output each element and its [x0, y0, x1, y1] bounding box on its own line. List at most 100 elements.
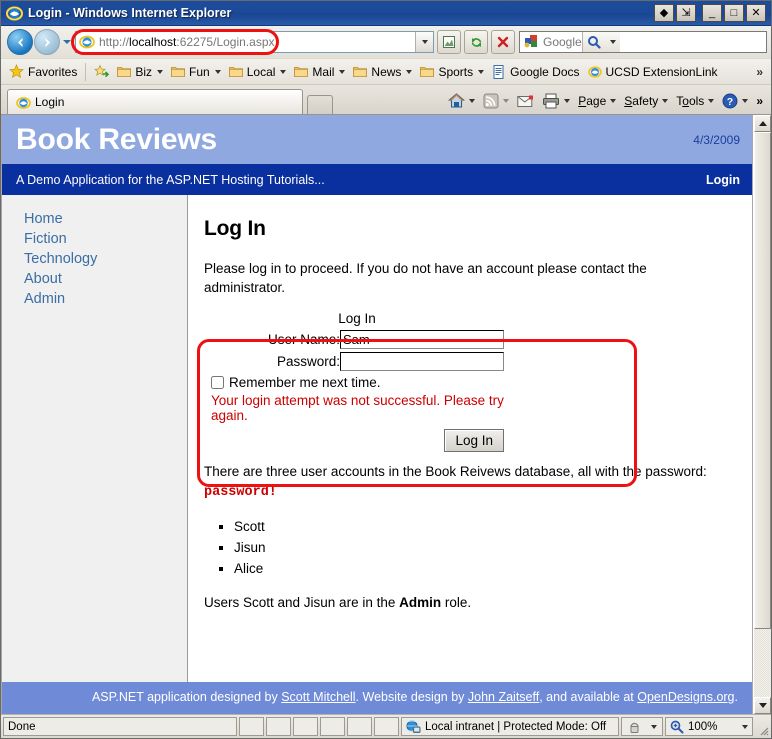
- add-to-favorites-bar-button[interactable]: [90, 61, 113, 83]
- favorites-item-google-docs[interactable]: Google Docs: [488, 61, 583, 83]
- arrow-up-icon: [758, 121, 767, 126]
- footer-part1: ASP.NET application designed by: [91, 690, 282, 704]
- favorites-item-mail[interactable]: Mail: [290, 61, 349, 83]
- google-icon: [523, 34, 539, 50]
- restore-window-button[interactable]: ⇲: [676, 4, 696, 22]
- favorites-item-label: Local: [246, 64, 276, 79]
- favorites-item-news[interactable]: News: [349, 61, 416, 83]
- footer-link-opendesigns[interactable]: OpenDesigns.org: [637, 690, 734, 704]
- login-submit-button[interactable]: Log In: [444, 429, 504, 452]
- header-login-link[interactable]: Login: [706, 173, 740, 187]
- sidebar-item-admin[interactable]: Admin: [24, 289, 187, 309]
- compatibility-view-button[interactable]: [437, 30, 461, 54]
- svg-text:?: ?: [727, 96, 733, 108]
- sidebar-item-technology[interactable]: Technology: [24, 249, 187, 269]
- safety-menu-button[interactable]: Safety: [620, 90, 672, 112]
- new-tab-button[interactable]: [307, 95, 333, 114]
- star-icon: [9, 64, 24, 79]
- security-zone-text: Local intranet | Protected Mode: Off: [425, 720, 607, 733]
- page-menu-label: Page: [578, 94, 607, 108]
- password-label: Password:: [276, 354, 340, 369]
- scrollbar-track[interactable]: [754, 132, 771, 697]
- sidebar-item-about[interactable]: About: [24, 269, 187, 289]
- scrollbar-thumb[interactable]: [754, 132, 771, 630]
- favorites-overflow-button[interactable]: »: [756, 65, 767, 79]
- feeds-button[interactable]: [479, 90, 513, 112]
- command-bar-overflow-button[interactable]: »: [752, 90, 767, 112]
- resize-grip[interactable]: [755, 718, 769, 736]
- demo-password: password!: [204, 485, 277, 500]
- chevron-down-icon: [339, 69, 346, 74]
- favorites-center-button[interactable]: Favorites: [5, 61, 81, 83]
- window-controls: ◆ ⇲ _ □ ✕: [654, 4, 769, 22]
- home-button[interactable]: [444, 90, 479, 112]
- home-icon: [448, 93, 466, 108]
- status-pane-5: [347, 717, 372, 736]
- search-provider-dropdown[interactable]: [605, 32, 620, 52]
- remember-me-row: Remember me next time.: [211, 375, 504, 390]
- forward-button[interactable]: [34, 29, 60, 55]
- username-input[interactable]: [340, 330, 504, 349]
- search-go-icon[interactable]: [581, 32, 606, 52]
- site-tagline: A Demo Application for the ASP.NET Hosti…: [16, 172, 325, 187]
- refresh-button[interactable]: [464, 30, 488, 54]
- ie-logo-icon: [6, 5, 23, 22]
- footer-part3: , and available at: [539, 690, 638, 704]
- page-scrollbar[interactable]: [753, 115, 771, 714]
- folder-icon: [353, 65, 368, 78]
- page-viewport: Book Reviews 4/3/2009 A Demo Application…: [1, 114, 771, 714]
- remember-me-checkbox[interactable]: [211, 376, 224, 389]
- search-box[interactable]: Google: [519, 31, 767, 53]
- help-button[interactable]: ?: [718, 90, 752, 112]
- scroll-down-button[interactable]: [754, 697, 771, 714]
- accounts-text-before: There are three user accounts in the Boo…: [204, 464, 707, 479]
- favorites-item-label: News: [371, 64, 402, 79]
- restore-group-button[interactable]: ◆: [654, 4, 674, 22]
- login-error-message: Your login attempt was not successful. P…: [211, 393, 504, 423]
- password-input[interactable]: [340, 352, 504, 371]
- security-zone-pane[interactable]: Local intranet | Protected Mode: Off: [401, 717, 619, 736]
- site-footer: ASP.NET application designed by Scott Mi…: [2, 682, 752, 714]
- remember-me-label: Remember me next time.: [229, 375, 381, 390]
- stop-button[interactable]: [491, 30, 515, 54]
- favorites-item-label: Google Docs: [510, 64, 580, 79]
- recent-pages-dropdown[interactable]: [60, 29, 73, 55]
- close-button[interactable]: ✕: [746, 4, 766, 22]
- address-url: http://localhost:62275/Login.aspx: [99, 35, 275, 49]
- title-bar: Login - Windows Internet Explorer ◆ ⇲ _ …: [1, 1, 771, 26]
- footer-link-scott-mitchell[interactable]: Scott Mitchell: [281, 690, 355, 704]
- folder-icon: [228, 65, 243, 78]
- favorites-item-fun[interactable]: Fun: [167, 61, 225, 83]
- roles-text: Users Scott and Jisun are in the Admin r…: [204, 593, 728, 612]
- scroll-up-button[interactable]: [754, 115, 771, 132]
- favorites-item-ucsd-extensionlink[interactable]: UCSD ExtensionLink: [584, 61, 722, 83]
- back-button[interactable]: [7, 29, 33, 55]
- safety-menu-label: Safety: [624, 94, 659, 108]
- minimize-button[interactable]: _: [702, 4, 722, 22]
- address-bar[interactable]: http://localhost:62275/Login.aspx: [75, 31, 434, 53]
- zoom-icon: [670, 720, 684, 733]
- search-input[interactable]: Google: [543, 35, 582, 49]
- read-mail-button[interactable]: [513, 90, 538, 112]
- maximize-button[interactable]: □: [724, 4, 744, 22]
- tools-menu-button[interactable]: Tools: [672, 90, 718, 112]
- favorites-item-local[interactable]: Local: [225, 61, 291, 83]
- page-body: Home Fiction Technology About Admin Log …: [2, 195, 752, 682]
- web-page: Book Reviews 4/3/2009 A Demo Application…: [1, 115, 753, 714]
- sidebar-item-home[interactable]: Home: [24, 209, 187, 229]
- favorites-item-label: Fun: [189, 64, 210, 79]
- site-banner: Book Reviews 4/3/2009: [2, 115, 752, 164]
- favorites-item-label: Biz: [135, 64, 153, 79]
- privacy-report-pane[interactable]: [621, 717, 663, 736]
- tab-login[interactable]: Login: [7, 89, 303, 114]
- folder-icon: [117, 65, 132, 78]
- favorites-item-biz[interactable]: Biz: [113, 61, 167, 83]
- address-dropdown-icon[interactable]: [415, 32, 433, 52]
- zoom-level-pane[interactable]: 100%: [665, 717, 753, 736]
- footer-link-john-zaitseff[interactable]: John Zaitseff: [468, 690, 539, 704]
- favorites-item-sports[interactable]: Sports: [416, 61, 488, 83]
- print-button[interactable]: [538, 90, 574, 112]
- status-pane-4: [320, 717, 345, 736]
- sidebar-item-fiction[interactable]: Fiction: [24, 229, 187, 249]
- page-menu-button[interactable]: Page: [574, 90, 620, 112]
